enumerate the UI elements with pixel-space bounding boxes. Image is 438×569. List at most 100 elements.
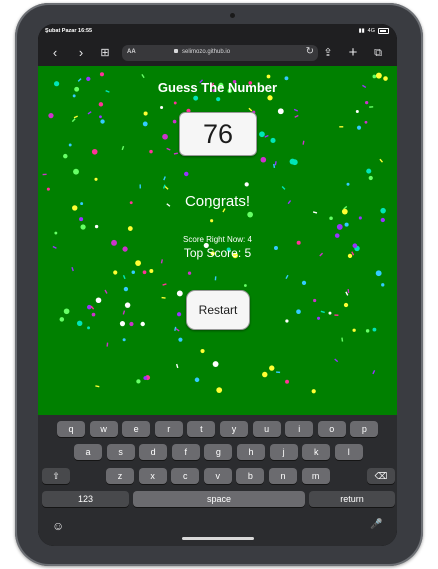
confetti-piece [291, 159, 298, 166]
microphone-icon[interactable]: 🎤 [370, 519, 382, 530]
space-key[interactable]: space [133, 491, 305, 507]
confetti-piece [266, 74, 271, 79]
restart-button[interactable]: Restart [186, 290, 250, 330]
confetti-piece [173, 152, 178, 155]
confetti-piece [193, 95, 199, 101]
key-a[interactable]: a [74, 444, 102, 460]
key-z[interactable]: z [106, 468, 134, 484]
confetti-piece [369, 106, 374, 108]
confetti-piece [344, 222, 349, 227]
tabs-icon[interactable]: ⧉ [369, 44, 387, 62]
url-text[interactable]: selimozo.github.io [182, 49, 230, 55]
forward-icon[interactable]: › [72, 44, 90, 62]
confetti-piece [63, 308, 70, 315]
key-d[interactable]: d [139, 444, 168, 460]
share-icon[interactable]: ⇪ [319, 44, 337, 62]
confetti-piece [358, 216, 362, 220]
key-g[interactable]: g [204, 444, 233, 460]
key-b[interactable]: b [236, 468, 265, 484]
text-size-button[interactable]: AA [127, 49, 136, 55]
confetti-piece [285, 319, 289, 323]
game-page: Guess The Number 76 Congrats! Score Righ… [38, 66, 397, 415]
key-n[interactable]: n [269, 468, 297, 484]
numbers-key[interactable]: 123 [42, 491, 129, 507]
key-h[interactable]: h [237, 444, 265, 460]
confetti-piece [121, 145, 125, 151]
confetti-piece [200, 348, 205, 354]
confetti-piece [375, 72, 382, 79]
confetti-piece [336, 224, 343, 230]
key-i[interactable]: i [285, 421, 314, 437]
confetti-piece [264, 134, 269, 138]
confetti-piece [244, 182, 249, 187]
confetti-piece [356, 125, 362, 130]
onscreen-keyboard: qwertyuiop asdfghjkl zxcvbnm ⇧ ⌫ 123 spa… [38, 415, 397, 546]
confetti-piece [59, 317, 65, 322]
confetti-piece [124, 302, 131, 308]
confetti-piece [334, 314, 339, 316]
confetti-piece [368, 175, 373, 181]
screen: Şubat Pazar 16:55 ▮▮ 4G ‹ › ⊞ AA selimoz… [38, 24, 397, 546]
confetti-piece [260, 156, 267, 163]
confetti-piece [63, 153, 68, 159]
confetti-piece [80, 224, 86, 230]
key-y[interactable]: y [220, 421, 248, 437]
confetti-piece [141, 74, 145, 79]
new-tab-icon[interactable]: + [344, 44, 362, 62]
confetti-piece [276, 371, 281, 374]
key-r[interactable]: r [154, 421, 183, 437]
key-s[interactable]: s [106, 444, 135, 460]
confetti-piece [113, 270, 118, 275]
key-c[interactable]: c [171, 468, 200, 484]
confetti-piece [176, 312, 182, 317]
confetti-piece [311, 389, 316, 394]
key-w[interactable]: w [89, 421, 118, 437]
battery-icon [378, 28, 389, 34]
key-v[interactable]: v [203, 468, 232, 484]
home-indicator [182, 537, 254, 540]
emoji-icon[interactable]: ☺ [52, 519, 64, 533]
confetti-piece [160, 106, 164, 110]
key-t[interactable]: t [187, 421, 216, 437]
key-o[interactable]: o [317, 421, 346, 437]
key-x[interactable]: x [138, 468, 167, 484]
confetti-piece [341, 337, 344, 342]
confetti-piece [94, 177, 98, 181]
address-bar[interactable]: AA selimozo.github.io ↻ [122, 45, 318, 61]
confetti-piece [329, 216, 333, 221]
confetti-piece [372, 74, 377, 79]
confetti-piece [366, 168, 372, 174]
confetti-piece [277, 108, 284, 115]
key-m[interactable]: m [301, 468, 330, 484]
confetti-piece [210, 219, 214, 223]
return-key[interactable]: return [309, 491, 395, 507]
key-f[interactable]: f [171, 444, 200, 460]
confetti-piece [122, 310, 126, 315]
delete-key[interactable]: ⌫ [367, 468, 395, 484]
key-p[interactable]: p [350, 421, 379, 437]
confetti-piece [95, 385, 100, 388]
confetti-piece [91, 312, 96, 317]
confetti-piece [123, 286, 129, 292]
bookmarks-icon[interactable]: ⊞ [96, 44, 114, 62]
confetti-piece [379, 158, 384, 163]
confetti-piece [316, 316, 321, 320]
shift-key[interactable]: ⇧ [42, 468, 70, 484]
confetti-piece [294, 114, 299, 118]
key-k[interactable]: k [302, 444, 331, 460]
back-icon[interactable]: ‹ [46, 44, 64, 62]
confetti-piece [212, 361, 219, 367]
top-score: Top Score: 5 [183, 246, 252, 260]
result-message: Congrats! [184, 193, 251, 210]
key-u[interactable]: u [252, 421, 281, 437]
reload-icon[interactable]: ↻ [306, 46, 314, 57]
key-l[interactable]: l [334, 444, 363, 460]
key-q[interactable]: q [57, 421, 85, 437]
key-e[interactable]: e [122, 421, 151, 437]
confetti-piece [194, 377, 200, 383]
confetti-piece [48, 112, 54, 119]
confetti-piece [127, 226, 133, 231]
confetti-piece [163, 176, 166, 181]
key-j[interactable]: j [269, 444, 298, 460]
confetti-piece [149, 268, 154, 273]
